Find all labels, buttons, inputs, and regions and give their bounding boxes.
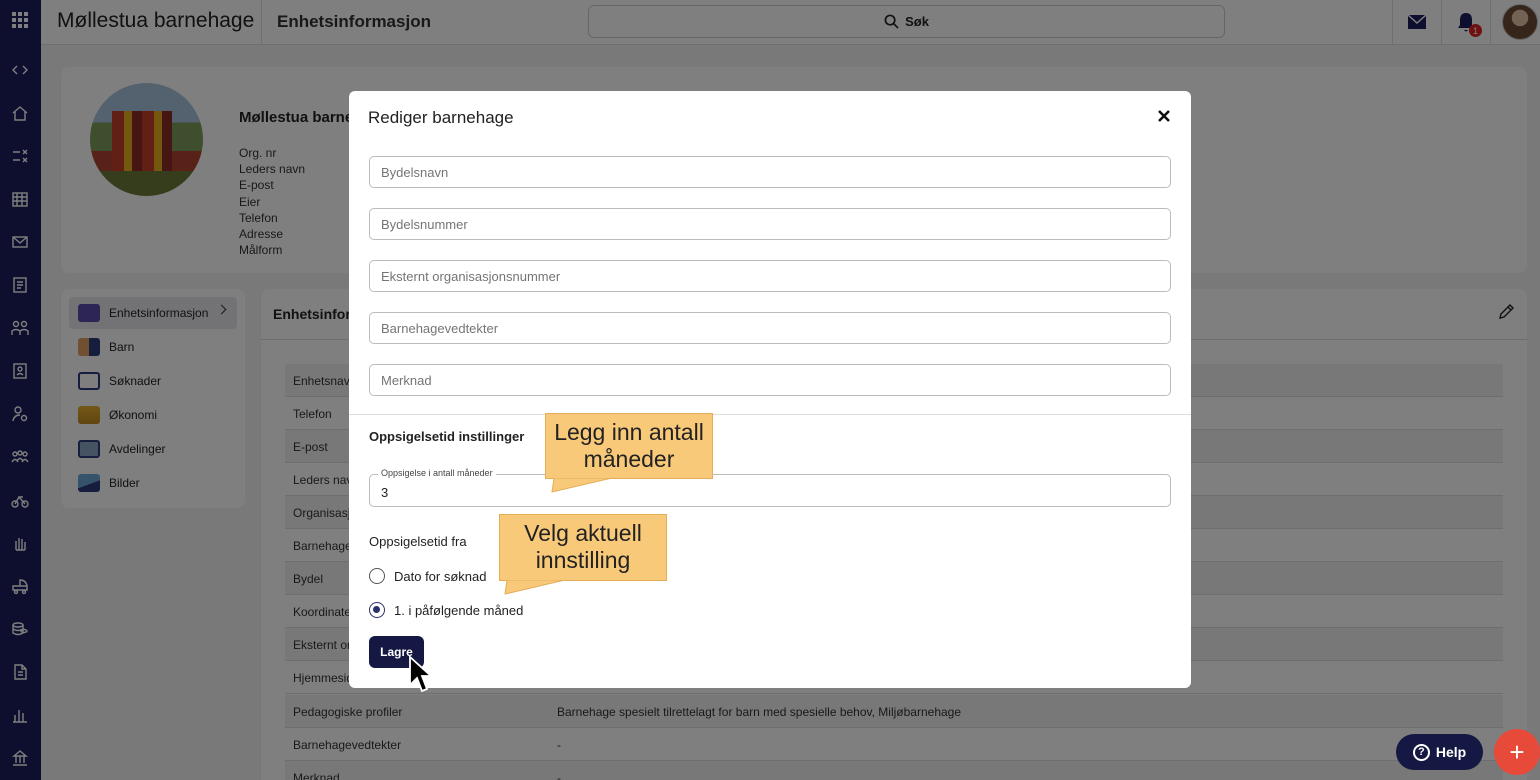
radio-label: 1. i påfølgende måned — [394, 602, 524, 618]
section-title: Oppsigelsetid instillinger — [369, 429, 525, 444]
radio-date-of-application[interactable]: Dato for søknad — [369, 568, 487, 584]
district-name-field[interactable] — [369, 156, 1171, 188]
statutes-field[interactable] — [369, 312, 1171, 344]
remark-field[interactable] — [369, 364, 1171, 396]
close-icon[interactable] — [1155, 107, 1173, 125]
external-org-number-field[interactable] — [369, 260, 1171, 292]
notice-months-value: 3 — [381, 485, 389, 500]
notice-months-label: Oppsigelse i antall måneder — [378, 468, 496, 478]
divider — [349, 414, 1191, 415]
help-label: Help — [1435, 744, 1467, 760]
radio-label: Dato for søknad — [394, 568, 487, 584]
callout-tail — [504, 580, 566, 595]
plus-icon: + — [1509, 736, 1525, 767]
edit-kindergarten-dialog: Rediger barnehage Oppsigelsetid instilli… — [349, 91, 1191, 688]
question-icon: ? — [1412, 743, 1430, 761]
radio-first-of-next-month[interactable]: 1. i påfølgende måned — [369, 602, 523, 618]
help-button[interactable]: ? Help — [1396, 734, 1483, 770]
dialog-title: Rediger barnehage — [368, 108, 514, 127]
district-number-field[interactable] — [369, 208, 1171, 240]
callout-setting: Velg aktuell innstilling — [499, 514, 667, 581]
radio-circle[interactable] — [369, 568, 385, 584]
notice-months-field[interactable]: Oppsigelse i antall måneder 3 — [369, 468, 1171, 507]
add-fab-button[interactable]: + — [1494, 729, 1540, 775]
mouse-cursor-icon — [409, 655, 434, 693]
notice-from-label: Oppsigelsetid fra — [369, 534, 467, 549]
callout-months: Legg inn antall måneder — [545, 413, 713, 479]
callout-tail — [551, 478, 613, 493]
radio-circle-selected[interactable] — [369, 602, 385, 618]
